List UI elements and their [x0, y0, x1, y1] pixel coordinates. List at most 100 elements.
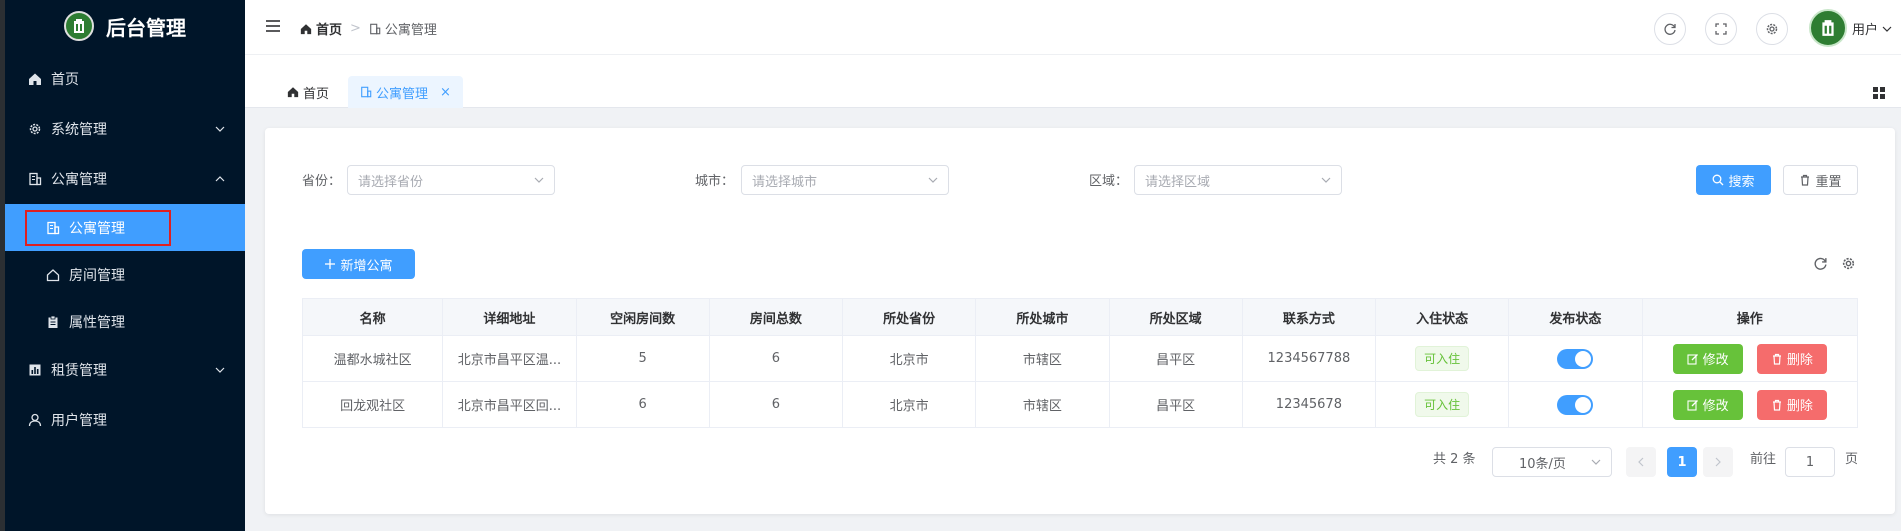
- column-header: 名称: [301, 298, 444, 336]
- pagination-total: 共 2 条: [1433, 452, 1476, 467]
- city-select[interactable]: 请选择城市: [741, 165, 949, 195]
- chevron-left-icon: [1638, 457, 1644, 467]
- cell-free-rooms: 5: [575, 335, 710, 382]
- delete-button[interactable]: 删除: [1756, 389, 1827, 420]
- cell-name: 回龙观社区: [301, 381, 444, 428]
- sidebar-item-attribute[interactable]: 属性管理: [5, 298, 245, 345]
- sidebar-item-apartment[interactable]: 公寓管理: [5, 154, 245, 204]
- trash-icon: [1771, 353, 1783, 365]
- breadcrumb-separator-icon: >: [350, 21, 361, 36]
- settings-button[interactable]: [1756, 13, 1788, 45]
- search-button[interactable]: 搜索: [1696, 165, 1771, 195]
- province-select[interactable]: 请选择省份: [347, 165, 555, 195]
- page-number-current[interactable]: 1: [1667, 447, 1697, 477]
- column-header: 操作: [1641, 298, 1859, 336]
- table-row: 回龙观社区 北京市昌平区回... 6 6 北京市 市辖区 昌平区 1234567…: [301, 381, 1859, 428]
- cell-free-rooms: 6: [575, 381, 710, 428]
- breadcrumb-label: 首页: [316, 23, 343, 38]
- refresh-button[interactable]: [1654, 13, 1686, 45]
- plus-icon: [324, 258, 336, 270]
- page-size-select[interactable]: 10条/页: [1492, 447, 1612, 477]
- building-icon: [369, 23, 381, 35]
- chevron-down-icon: [534, 177, 544, 183]
- tab-label: 公寓管理: [376, 86, 429, 102]
- close-icon[interactable]: ×: [440, 85, 451, 100]
- clipboard-icon: [45, 314, 61, 330]
- city-label: 城市：: [695, 174, 735, 189]
- tab-home[interactable]: 首页: [275, 76, 341, 108]
- menu-toggle-icon[interactable]: [265, 19, 281, 33]
- sidebar-item-label: 首页: [51, 72, 79, 88]
- apartment-table: 名称 详细地址 空闲房间数 房间总数 所处省份 所处城市 所处区域 联系方式 入…: [301, 298, 1859, 428]
- edit-icon: [1687, 353, 1699, 365]
- column-header: 入住状态: [1375, 298, 1510, 336]
- cell-total-rooms: 6: [708, 335, 844, 382]
- select-placeholder: 请选择区域: [1145, 174, 1211, 190]
- select-placeholder: 请选择省份: [358, 174, 424, 190]
- sidebar-item-home[interactable]: 首页: [5, 54, 245, 104]
- delete-label: 删除: [1786, 353, 1813, 368]
- logo-icon: [64, 11, 94, 41]
- user-icon: [27, 412, 43, 428]
- sidebar-item-label: 公寓管理: [51, 172, 107, 188]
- refresh-icon[interactable]: [1813, 256, 1828, 271]
- goto-page-input[interactable]: 1: [1785, 447, 1835, 477]
- user-name: 用户: [1852, 23, 1879, 38]
- column-header: 所处区域: [1108, 298, 1243, 336]
- user-menu[interactable]: 用户: [1852, 19, 1892, 38]
- app-title: 后台管理: [106, 15, 186, 40]
- avatar[interactable]: [1809, 9, 1847, 47]
- home-icon: [300, 23, 312, 35]
- breadcrumb-current: 公寓管理: [369, 19, 437, 38]
- grid-icon[interactable]: [1872, 86, 1886, 100]
- refresh-icon: [1663, 22, 1677, 36]
- add-apartment-button[interactable]: 新增公寓: [302, 249, 415, 279]
- cell-district: 昌平区: [1108, 335, 1243, 382]
- cell-status: 可入住: [1375, 381, 1510, 428]
- cell-status: 可入住: [1375, 335, 1510, 382]
- column-header: 详细地址: [442, 298, 577, 336]
- page-size-value: 10条/页: [1519, 456, 1566, 472]
- cell-phone: 12345678: [1241, 381, 1377, 428]
- next-page-button[interactable]: [1703, 447, 1733, 477]
- edit-icon: [1687, 399, 1699, 411]
- sidebar-item-apartment-manage[interactable]: 公寓管理: [5, 204, 245, 251]
- cell-name: 温都水城社区: [301, 335, 444, 382]
- district-select[interactable]: 请选择区域: [1134, 165, 1342, 195]
- cell-actions: 修改 删除: [1641, 381, 1859, 428]
- delete-button[interactable]: 删除: [1756, 343, 1827, 374]
- edit-button[interactable]: 修改: [1672, 389, 1743, 420]
- building-icon: [360, 86, 372, 98]
- gear-icon[interactable]: [1841, 256, 1856, 271]
- chevron-down-icon: [215, 367, 225, 373]
- sidebar-item-lease[interactable]: 租赁管理: [5, 345, 245, 395]
- chevron-up-icon: [215, 176, 225, 182]
- cell-total-rooms: 6: [708, 381, 844, 428]
- reset-button[interactable]: 重置: [1783, 165, 1858, 195]
- prev-page-button[interactable]: [1626, 447, 1656, 477]
- cell-published: [1508, 335, 1643, 382]
- sidebar-item-label: 房间管理: [69, 267, 125, 284]
- cell-province: 北京市: [842, 335, 977, 382]
- fullscreen-button[interactable]: [1705, 13, 1737, 45]
- sidebar-item-room[interactable]: 房间管理: [5, 251, 245, 298]
- publish-toggle[interactable]: [1557, 394, 1594, 415]
- column-header: 所处省份: [842, 298, 977, 336]
- building-icon: [27, 171, 43, 187]
- page-unit-label: 页: [1845, 452, 1859, 467]
- sidebar-item-user[interactable]: 用户管理: [5, 395, 245, 445]
- sidebar-item-system[interactable]: 系统管理: [5, 104, 245, 154]
- breadcrumb-label: 公寓管理: [384, 23, 437, 38]
- breadcrumb-home[interactable]: 首页: [300, 19, 342, 38]
- cell-published: [1508, 381, 1643, 428]
- edit-button[interactable]: 修改: [1672, 343, 1743, 374]
- publish-toggle[interactable]: [1557, 348, 1594, 369]
- goto-label: 前往: [1750, 452, 1777, 467]
- search-label: 搜索: [1728, 174, 1755, 190]
- sidebar-item-label: 用户管理: [51, 413, 107, 429]
- tab-apartment[interactable]: 公寓管理 ×: [348, 76, 463, 108]
- logo[interactable]: 后台管理: [5, 0, 245, 52]
- chevron-down-icon: [215, 126, 225, 132]
- chevron-right-icon: [1715, 457, 1721, 467]
- cell-city: 市辖区: [975, 335, 1110, 382]
